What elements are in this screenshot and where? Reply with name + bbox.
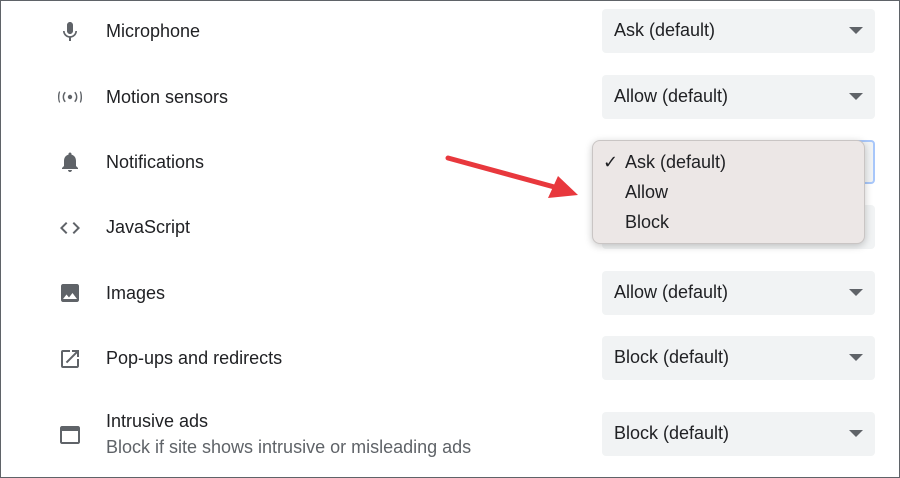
images-select[interactable]: Allow (default) bbox=[602, 271, 875, 315]
chevron-down-icon bbox=[849, 354, 863, 361]
window-icon bbox=[56, 421, 84, 449]
setting-sublabel-intrusive-ads: Block if site shows intrusive or mislead… bbox=[106, 437, 472, 457]
setting-label-notifications: Notifications bbox=[106, 152, 205, 172]
menu-option-label: Allow bbox=[625, 182, 669, 202]
code-icon bbox=[56, 214, 84, 242]
intrusive-ads-select[interactable]: Block (default) bbox=[602, 412, 875, 456]
checkmark-icon: ✓ bbox=[603, 152, 619, 172]
chevron-down-icon bbox=[849, 27, 863, 34]
chevron-down-icon bbox=[849, 289, 863, 296]
images-select-value: Allow (default) bbox=[614, 282, 729, 302]
microphone-icon bbox=[56, 18, 84, 46]
microphone-select[interactable]: Ask (default) bbox=[602, 9, 875, 53]
setting-label-intrusive-ads: Intrusive ads bbox=[106, 411, 209, 431]
microphone-select-value: Ask (default) bbox=[614, 20, 716, 40]
motion-sensors-select-value: Allow (default) bbox=[614, 86, 729, 106]
setting-label-motion-sensors: Motion sensors bbox=[106, 87, 229, 107]
menu-option-ask[interactable]: ✓ Ask (default) bbox=[593, 149, 864, 179]
menu-option-label: Ask (default) bbox=[625, 152, 727, 172]
popups-select[interactable]: Block (default) bbox=[602, 336, 875, 380]
setting-label-images: Images bbox=[106, 283, 166, 303]
image-icon bbox=[56, 279, 84, 307]
chevron-down-icon bbox=[849, 93, 863, 100]
popups-select-value: Block (default) bbox=[614, 347, 730, 367]
annotation-arrow-icon bbox=[445, 155, 578, 198]
motion-sensors-select[interactable]: Allow (default) bbox=[602, 75, 875, 119]
setting-label-popups: Pop-ups and redirects bbox=[106, 348, 283, 368]
menu-option-block[interactable]: Block bbox=[593, 209, 864, 239]
setting-label-microphone: Microphone bbox=[106, 21, 201, 41]
setting-label-javascript: JavaScript bbox=[106, 217, 191, 237]
menu-option-label: Block bbox=[625, 212, 670, 232]
bell-icon bbox=[56, 148, 84, 176]
chevron-down-icon bbox=[849, 430, 863, 437]
open-in-new-icon bbox=[56, 345, 84, 373]
intrusive-ads-select-value: Block (default) bbox=[614, 423, 730, 443]
notifications-dropdown-menu: ✓ Ask (default) Allow Block bbox=[592, 140, 865, 244]
menu-option-allow[interactable]: Allow bbox=[593, 179, 864, 209]
motion-sensors-icon bbox=[56, 83, 84, 111]
